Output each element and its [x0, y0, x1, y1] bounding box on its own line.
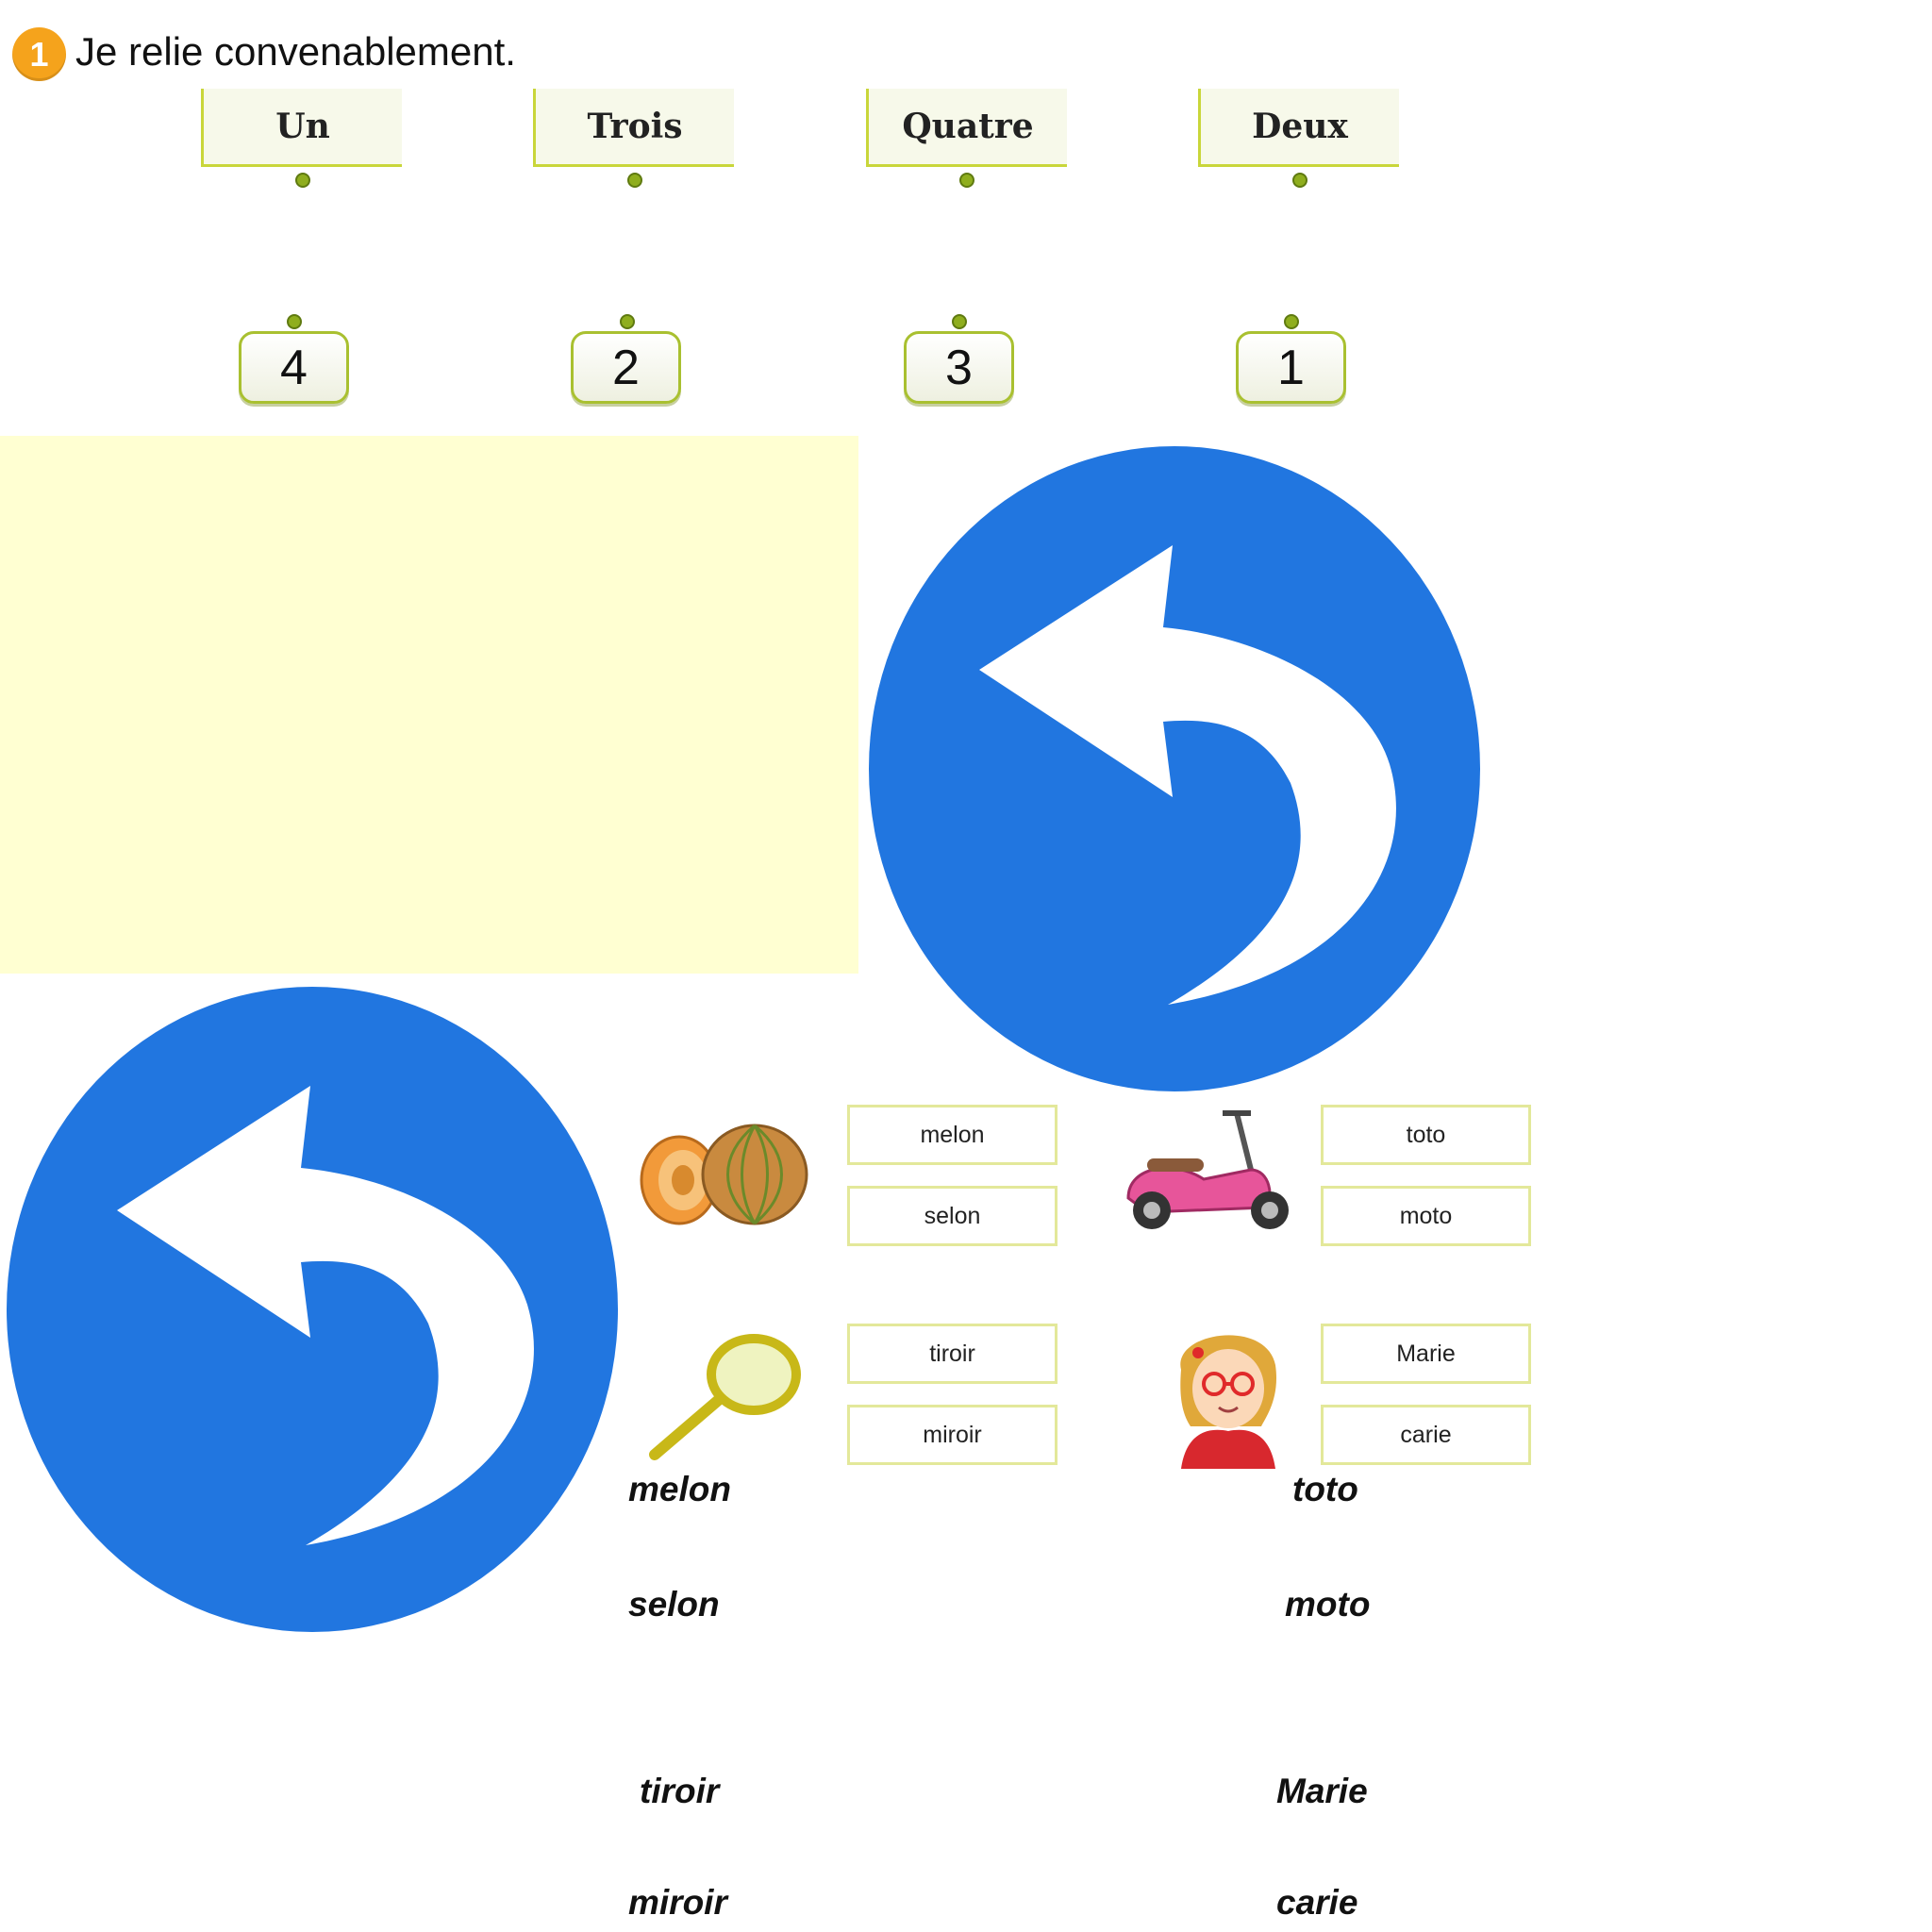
mirror-image	[645, 1332, 806, 1464]
choice-selon[interactable]: selon	[847, 1186, 1058, 1246]
answer-word-selon: selon	[628, 1585, 720, 1624]
choice-carie[interactable]: carie	[1321, 1405, 1531, 1465]
choice-miroir[interactable]: miroir	[847, 1405, 1058, 1465]
back-arrow-icon[interactable]	[866, 443, 1483, 1094]
connector-dot[interactable]	[959, 173, 974, 188]
choice-moto[interactable]: moto	[1321, 1186, 1531, 1246]
answer-word-miroir: miroir	[628, 1883, 727, 1922]
instruction-text: Je relie convenablement.	[75, 29, 516, 74]
word-label-un[interactable]: Un	[201, 89, 402, 167]
pale-yellow-panel	[0, 436, 858, 974]
exercise-number-badge: 1	[12, 27, 66, 81]
girl-image	[1162, 1313, 1290, 1469]
word-label-quatre[interactable]: Quatre	[866, 89, 1067, 167]
choice-tiroir[interactable]: tiroir	[847, 1324, 1058, 1384]
word-label-trois[interactable]: Trois	[533, 89, 734, 167]
choice-melon[interactable]: melon	[847, 1105, 1058, 1165]
answer-word-tiroir: tiroir	[640, 1772, 720, 1810]
connector-dot[interactable]	[295, 173, 310, 188]
connector-dot[interactable]	[620, 314, 635, 329]
number-button-2[interactable]: 2	[571, 331, 681, 404]
connector-dot[interactable]	[627, 173, 642, 188]
connector-dot[interactable]	[1292, 173, 1307, 188]
melon-image	[634, 1118, 813, 1231]
connector-dot[interactable]	[287, 314, 302, 329]
choice-toto[interactable]: toto	[1321, 1105, 1531, 1165]
connector-dot[interactable]	[952, 314, 967, 329]
word-label-deux[interactable]: Deux	[1198, 89, 1399, 167]
scooter-image	[1109, 1094, 1298, 1236]
answer-word-melon: melon	[628, 1470, 731, 1508]
choice-marie[interactable]: Marie	[1321, 1324, 1531, 1384]
number-button-1[interactable]: 1	[1236, 331, 1346, 404]
answer-word-carie: carie	[1276, 1883, 1358, 1922]
connector-dot[interactable]	[1284, 314, 1299, 329]
back-arrow-icon[interactable]	[4, 984, 621, 1635]
number-button-3[interactable]: 3	[904, 331, 1014, 404]
answer-word-toto: toto	[1292, 1470, 1358, 1508]
answer-word-moto: moto	[1285, 1585, 1371, 1624]
answer-word-marie: Marie	[1276, 1772, 1368, 1810]
number-button-4[interactable]: 4	[239, 331, 349, 404]
